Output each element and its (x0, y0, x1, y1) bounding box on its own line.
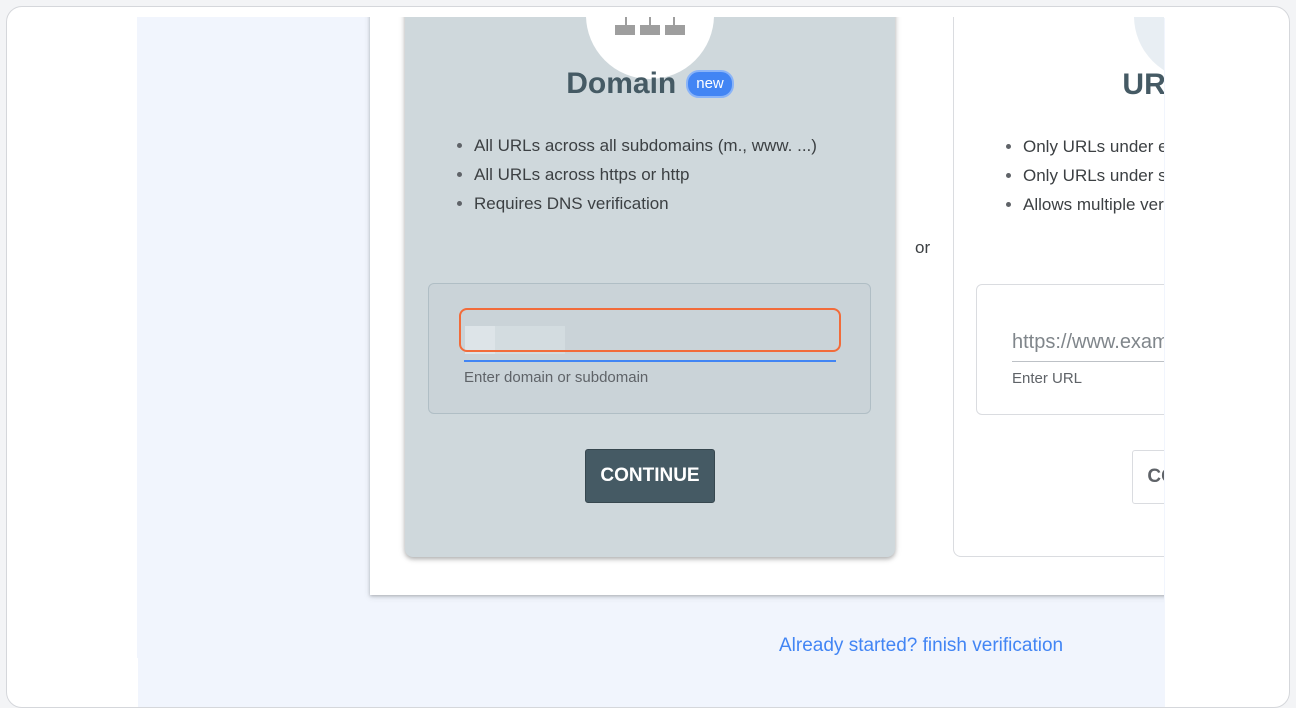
list-item: Only URLs under entered address (1023, 132, 1164, 161)
list-item: All URLs across https or http (474, 160, 817, 189)
domain-input-container: Enter domain or subdomain (428, 283, 871, 414)
or-separator: or (915, 238, 931, 257)
finish-verification-link[interactable]: Already started? finish verification (779, 635, 1063, 657)
domain-title-row: Domain new (405, 67, 895, 101)
url-input[interactable] (1012, 327, 1164, 362)
url-features-list: Only URLs under entered address Only URL… (999, 132, 1164, 219)
url-input-helper: Enter URL (1012, 370, 1083, 387)
list-item: All URLs across all subdomains (m., www.… (474, 131, 817, 160)
redacted-text (495, 326, 565, 354)
domain-continue-button[interactable]: CONTINUE (585, 449, 715, 503)
url-continue-button[interactable]: CONTINUE (1132, 450, 1164, 504)
url-title: URL prefix (1122, 68, 1164, 101)
url-prefix-property-card[interactable]: URL prefix Only URLs under entered addre… (953, 17, 1164, 557)
url-title-row: URL prefix (954, 68, 1164, 102)
list-item: Only URLs under specified protocol (1023, 161, 1164, 190)
domain-title: Domain (566, 67, 677, 100)
list-item: Allows multiple verification methods (1023, 190, 1164, 219)
domain-features-list: All URLs across all subdomains (m., www.… (450, 131, 817, 218)
page-clip: Domain new All URLs across all subdomains… (137, 17, 1164, 658)
redacted-text (465, 326, 495, 354)
new-badge: new (686, 70, 734, 98)
domain-property-card[interactable]: Domain new All URLs across all subdomains… (405, 17, 895, 557)
url-input-container: Enter URL (976, 284, 1164, 415)
domain-input-helper: Enter domain or subdomain (464, 369, 649, 386)
list-item: Requires DNS verification (474, 189, 817, 218)
